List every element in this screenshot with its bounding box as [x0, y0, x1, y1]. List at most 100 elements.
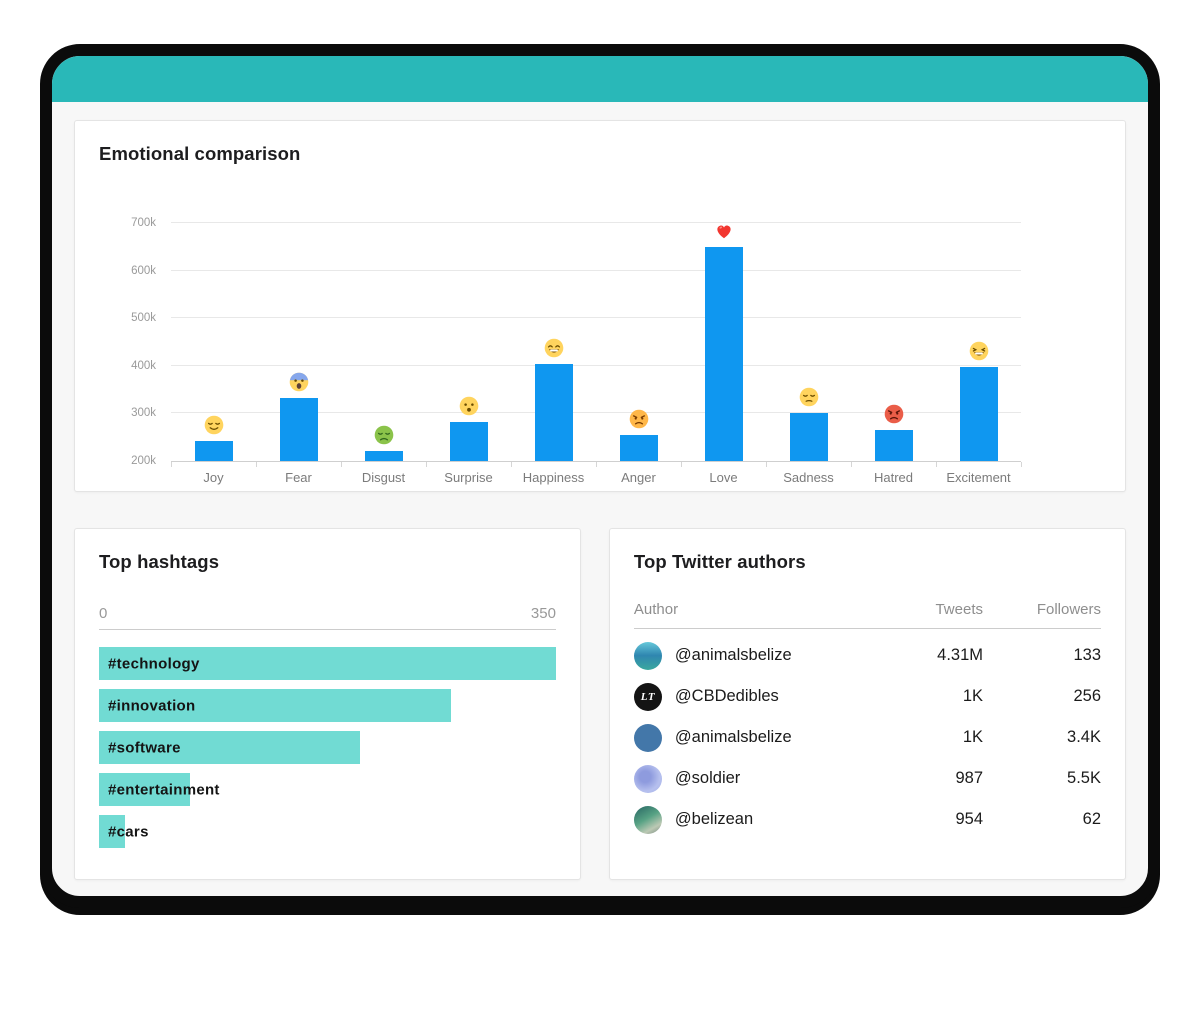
author-cell: @animalsbelize	[634, 642, 883, 670]
x-axis-category-label: Sadness	[766, 470, 851, 485]
chart-column-hatred	[851, 404, 936, 461]
emotion-bar-happiness[interactable]	[535, 364, 573, 461]
x-axis-tick	[1021, 462, 1022, 467]
column-header-author: Author	[634, 601, 883, 618]
emotion-bar-joy[interactable]	[195, 441, 233, 461]
y-axis-tick-label: 700k	[131, 217, 156, 229]
chart-columns	[171, 181, 1021, 461]
author-handle: @soldier	[675, 769, 740, 788]
lt-monogram-avatar: LT	[634, 683, 662, 711]
chart-column-disgust	[341, 425, 426, 461]
plain-blue-avatar	[634, 724, 662, 752]
hashtag-axis-min-label: 0	[99, 605, 107, 622]
grinning-face-icon	[544, 338, 564, 358]
y-axis-tick-label: 500k	[131, 312, 156, 324]
bird-photo-avatar	[634, 765, 662, 793]
emotion-bar-excitement[interactable]	[960, 367, 998, 461]
hashtag-row: #technology	[99, 647, 556, 680]
x-axis-tick	[766, 462, 767, 467]
chart-column-sadness	[766, 387, 851, 461]
chart-column-anger	[596, 409, 681, 461]
table-header: Author Tweets Followers	[634, 601, 1101, 629]
laughing-face-icon	[969, 341, 989, 361]
chart-column-joy	[171, 415, 256, 461]
x-axis-tick	[681, 462, 682, 467]
emotion-bar-surprise[interactable]	[450, 422, 488, 461]
followers-value: 133	[983, 646, 1101, 665]
nature-photo-avatar	[634, 806, 662, 834]
chart-column-happiness	[511, 338, 596, 461]
emotion-bar-fear[interactable]	[280, 398, 318, 461]
x-axis-tick	[851, 462, 852, 467]
window-body: Emotional comparison 200k300k400k500k600…	[52, 102, 1148, 896]
author-cell: @animalsbelize	[634, 724, 883, 752]
table-row: LT@CBDedibles1K256	[634, 676, 1101, 717]
relieved-face-icon	[204, 415, 224, 435]
emotional-comparison-title: Emotional comparison	[99, 143, 1101, 165]
angry-face-icon	[629, 409, 649, 429]
top-twitter-authors-card: Top Twitter authors Author Tweets Follow…	[609, 528, 1126, 880]
emotion-bar-love[interactable]	[705, 247, 743, 461]
hashtag-label: #software	[108, 739, 181, 756]
hashtag-label: #technology	[108, 655, 200, 672]
x-axis-labels: JoyFearDisgustSurpriseHappinessAngerLove…	[171, 470, 1021, 485]
table-row: @animalsbelize 1K3.4K	[634, 717, 1101, 758]
chart-column-surprise	[426, 396, 511, 461]
x-axis-category-label: Love	[681, 470, 766, 485]
y-axis: 200k300k400k500k600k700k	[99, 181, 171, 461]
emotional-comparison-card: Emotional comparison 200k300k400k500k600…	[74, 120, 1126, 492]
tweets-value: 954	[883, 810, 983, 829]
x-axis-category-label: Joy	[171, 470, 256, 485]
followers-value: 3.4K	[983, 728, 1101, 747]
bottom-row: Top hashtags 0 350 #technology#innovatio…	[74, 528, 1126, 880]
table-row: @soldier 9875.5K	[634, 758, 1101, 799]
hashtag-label: #innovation	[108, 697, 195, 714]
y-axis-tick-label: 400k	[131, 360, 156, 372]
x-axis-tick	[171, 462, 172, 467]
top-hashtags-card: Top hashtags 0 350 #technology#innovatio…	[74, 528, 581, 880]
x-axis-tick	[511, 462, 512, 467]
plot-area: JoyFearDisgustSurpriseHappinessAngerLove…	[171, 181, 1021, 485]
hashtag-row: #innovation	[99, 689, 556, 722]
hashtag-label: #cars	[108, 823, 149, 840]
open-mouth-face-icon	[459, 396, 479, 416]
chart-column-excitement	[936, 341, 1021, 461]
x-axis-category-label: Hatred	[851, 470, 936, 485]
hashtag-bars: #technology #innovation #software #entertai…	[99, 647, 556, 848]
followers-value: 62	[983, 810, 1101, 829]
emotion-bar-sadness[interactable]	[790, 413, 828, 461]
nauseated-face-icon	[374, 425, 394, 445]
tweets-value: 1K	[883, 728, 983, 747]
avatar-monogram: LT	[641, 691, 655, 703]
x-axis-category-label: Happiness	[511, 470, 596, 485]
fearful-face-icon	[289, 372, 309, 392]
x-axis-category-label: Excitement	[936, 470, 1021, 485]
table-row: @belizean95462	[634, 799, 1101, 840]
hashtag-label: #entertainment	[108, 781, 220, 798]
author-handle: @animalsbelize	[675, 646, 792, 665]
x-axis-category-label: Surprise	[426, 470, 511, 485]
emotion-bar-hatred[interactable]	[875, 430, 913, 461]
x-axis-category-label: Fear	[256, 470, 341, 485]
hashtag-axis-max-label: 350	[531, 605, 556, 622]
emotion-chart: 200k300k400k500k600k700k JoyFearDisgustS…	[99, 181, 1101, 485]
x-axis-tick	[936, 462, 937, 467]
x-axis-tick	[596, 462, 597, 467]
table-body: @animalsbelize4.31M133LT@CBDedibles1K256…	[634, 635, 1101, 840]
column-header-tweets: Tweets	[883, 601, 983, 618]
column-header-followers: Followers	[983, 601, 1101, 618]
y-axis-tick-label: 300k	[131, 407, 156, 419]
emotion-bar-anger[interactable]	[620, 435, 658, 461]
y-axis-tick-label: 600k	[131, 265, 156, 277]
hashtag-row: #software	[99, 731, 556, 764]
author-cell: @belizean	[634, 806, 883, 834]
x-axis-tick	[256, 462, 257, 467]
tweets-value: 987	[883, 769, 983, 788]
x-axis-tick	[426, 462, 427, 467]
emotion-bar-disgust[interactable]	[365, 451, 403, 461]
followers-value: 5.5K	[983, 769, 1101, 788]
emotion-plot	[171, 181, 1021, 461]
table-row: @animalsbelize4.31M133	[634, 635, 1101, 676]
app-window: Emotional comparison 200k300k400k500k600…	[40, 44, 1160, 908]
author-handle: @animalsbelize	[675, 728, 792, 747]
